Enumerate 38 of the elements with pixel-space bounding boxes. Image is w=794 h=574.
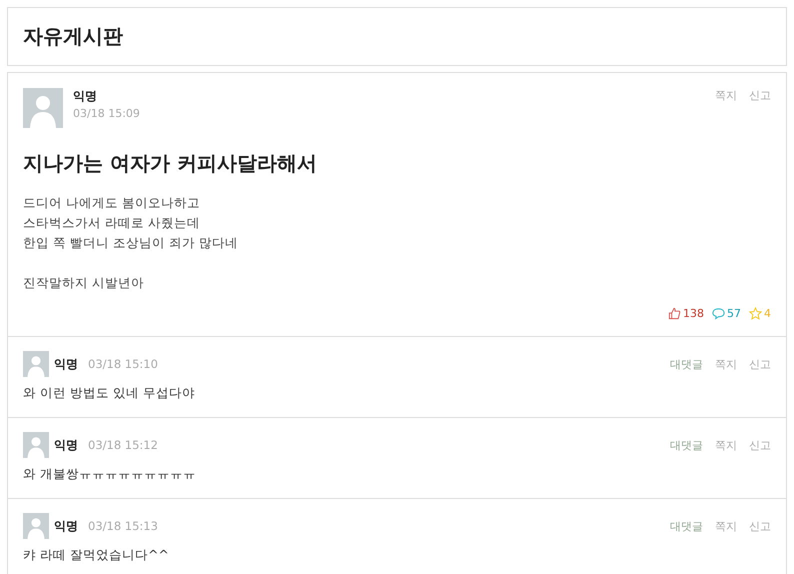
post-text: 한입 쪽 빨더니 조상님이 죄가 많다네 [23, 234, 239, 252]
report-link[interactable]: 신고 [749, 518, 771, 534]
post-text: 드디어 나에게도 봄이오나하고 [23, 194, 201, 212]
comment-text: 와 이런 방법도 있네 무섭다야 [23, 385, 196, 402]
post-text: 진작말하지 시발년아 [23, 274, 145, 292]
author-name: 익명 [54, 518, 78, 534]
message-link[interactable]: 쪽지 [715, 438, 737, 452]
comment-time: 03/18 15:10 [88, 357, 158, 371]
post-title: 지나가는 여자가 커피사달라해서 [23, 150, 318, 177]
avatar-icon [23, 513, 49, 539]
star-icon[interactable] [749, 307, 762, 320]
reply-link[interactable]: 대댓글 [670, 356, 703, 372]
post-text: 스타벅스가서 라떼로 사줬는데 [23, 214, 201, 232]
comment-text: 와 개불쌍ㅠㅠㅠㅠㅠㅠㅠㅠㅠ [23, 466, 197, 483]
speech-bubble-icon [712, 307, 725, 320]
comment-count: 57 [727, 307, 741, 320]
avatar-icon [23, 351, 49, 377]
reply-link[interactable]: 대댓글 [670, 438, 703, 452]
thumbs-up-icon[interactable] [668, 307, 681, 320]
message-link[interactable]: 쪽지 [715, 518, 737, 534]
author-name: 익명 [54, 356, 78, 372]
comment-text: 캬 라떼 잘먹었습니다^^ [23, 547, 170, 564]
message-link[interactable]: 쪽지 [715, 356, 737, 372]
reply-link[interactable]: 대댓글 [670, 518, 703, 534]
comment-time: 03/18 15:13 [88, 519, 158, 533]
author-name: 익명 [54, 436, 78, 454]
report-link[interactable]: 신고 [749, 438, 771, 452]
post-time: 03/18 15:09 [73, 107, 140, 120]
message-link[interactable]: 쪽지 [715, 88, 737, 103]
comment-time: 03/18 15:12 [88, 438, 158, 452]
avatar-icon [23, 88, 63, 128]
avatar-icon [23, 432, 49, 458]
author-name: 익명 [73, 88, 98, 105]
like-count: 138 [683, 307, 704, 320]
report-link[interactable]: 신고 [749, 88, 771, 103]
board-title: 자유게시판 [23, 23, 123, 50]
report-link[interactable]: 신고 [749, 356, 771, 372]
scrap-count: 4 [764, 307, 771, 320]
